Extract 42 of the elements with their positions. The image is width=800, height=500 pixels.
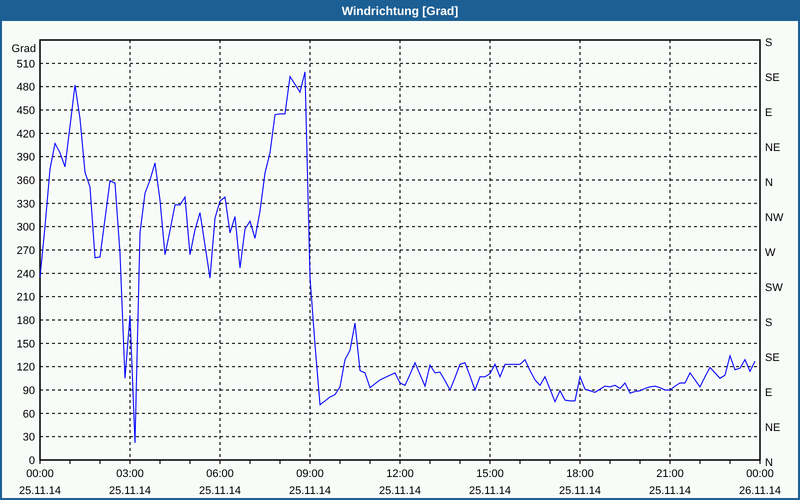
y-tick-label: 420 (16, 128, 35, 140)
y-tick-label: 210 (16, 292, 35, 304)
y-tick-label: 240 (16, 268, 35, 280)
x-tick-label: 09:00 25.11.14 (289, 468, 331, 497)
x-tick-label: 06:00 25.11.14 (199, 468, 241, 497)
x-tick-label: 18:00 25.11.14 (559, 468, 601, 497)
y-axis-label: Grad (12, 43, 36, 55)
compass-label: E (765, 387, 772, 399)
y-tick-label: 360 (16, 175, 35, 187)
compass-label: N (765, 177, 773, 189)
y-tick-label: 60 (22, 408, 35, 420)
x-tick-label: 03:00 25.11.14 (109, 468, 151, 497)
compass-label: W (765, 247, 776, 259)
y-tick-label: 180 (16, 315, 35, 327)
compass-label: NE (765, 422, 780, 434)
y-tick-label: 450 (16, 105, 35, 117)
y-tick-label: 120 (16, 362, 35, 374)
x-tick-label: 00:00 26.11.14 (739, 468, 781, 497)
compass-label: S (765, 37, 772, 49)
window-title: Windrichtung [Grad] (342, 2, 458, 20)
compass-label: E (765, 107, 772, 119)
y-tick-label: 90 (22, 385, 35, 397)
y-tick-label: 30 (22, 432, 35, 444)
y-tick-label: 0 (28, 455, 35, 467)
y-tick-label: 300 (16, 222, 35, 234)
compass-label: NE (765, 142, 780, 154)
x-tick-label: 21:00 25.11.14 (649, 468, 691, 497)
compass-label: SW (765, 282, 783, 294)
x-tick-label: 00:00 25.11.14 (19, 468, 61, 497)
x-tick-label: 15:00 25.11.14 (469, 468, 511, 497)
compass-label: N (765, 457, 773, 469)
compass-label: SE (765, 72, 780, 84)
compass-label: S (765, 317, 772, 329)
y-tick-label: 510 (16, 58, 35, 70)
y-tick-label: 330 (16, 198, 35, 210)
y-tick-label: 150 (16, 338, 35, 350)
x-tick-label: 12:00 25.11.14 (379, 468, 421, 497)
compass-label: NW (765, 212, 784, 224)
y-tick-label: 390 (16, 152, 35, 164)
y-tick-label: 480 (16, 82, 35, 94)
compass-label: SE (765, 352, 780, 364)
y-tick-label: 270 (16, 245, 35, 257)
